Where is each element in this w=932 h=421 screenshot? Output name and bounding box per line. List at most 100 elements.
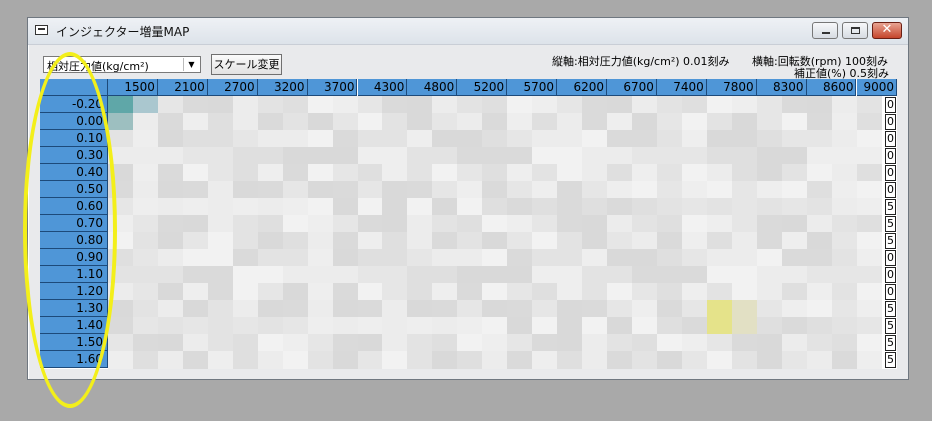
map-cell[interactable] [282,147,309,165]
map-cell[interactable] [108,334,134,352]
map-cell[interactable] [806,249,833,267]
map-cell[interactable] [457,147,484,165]
map-cell[interactable] [332,283,359,301]
map-cell[interactable] [332,113,359,131]
map-cell[interactable] [207,147,234,165]
map-cell[interactable] [706,96,733,114]
map-cell[interactable] [856,113,883,131]
map-cell[interactable] [307,215,334,233]
map-cell[interactable] [656,334,683,352]
map-cell[interactable] [382,351,409,369]
map-cell[interactable] [457,283,484,301]
map-cell[interactable] [132,232,159,250]
map-cell[interactable] [282,317,309,335]
map-cell[interactable] [756,283,783,301]
map-cell[interactable] [332,249,359,267]
map-cell[interactable] [182,181,209,199]
map-cell[interactable] [607,266,633,284]
map-cell[interactable] [856,147,883,165]
map-cell[interactable] [307,351,334,369]
map-cell[interactable] [457,232,484,250]
map-cell[interactable] [806,266,833,284]
map-cell[interactable] [132,147,159,165]
map-cell[interactable] [257,317,284,335]
map-cell[interactable] [856,249,883,267]
map-cell[interactable] [681,181,708,199]
map-cell[interactable] [756,334,783,352]
map-cell[interactable] [706,113,733,131]
map-cell[interactable] [357,147,384,165]
map-cell[interactable] [681,266,708,284]
map-cell[interactable] [532,130,559,148]
map-cell[interactable] [557,351,584,369]
map-cell[interactable] [831,283,858,301]
map-cell[interactable] [507,232,534,250]
map-cell[interactable] [507,266,534,284]
map-cell[interactable] [706,198,733,216]
map-cell[interactable] [482,300,509,318]
map-cell[interactable] [282,198,309,216]
map-cell[interactable] [731,317,758,335]
map-cell[interactable] [507,96,534,114]
map-cell[interactable] [656,130,683,148]
map-cell[interactable] [681,300,708,318]
map-cell[interactable] [631,147,658,165]
map-cell[interactable] [631,249,658,267]
map-cell[interactable] [407,351,434,369]
map-cell[interactable] [257,249,284,267]
map-cell[interactable] [482,130,509,148]
map-cell[interactable] [207,334,234,352]
map-cell[interactable] [182,96,209,114]
map-cell[interactable] [207,130,234,148]
map-cell[interactable] [631,317,658,335]
map-cell[interactable] [781,334,808,352]
map-cell[interactable] [432,317,459,335]
map-cell[interactable] [656,351,683,369]
map-cell[interactable] [731,351,758,369]
map-cell[interactable] [532,334,559,352]
map-cell[interactable] [457,249,484,267]
map-cell[interactable] [307,130,334,148]
map-cell[interactable] [357,283,384,301]
map-cell[interactable] [307,113,334,131]
map-cell[interactable] [656,266,683,284]
map-cell[interactable] [207,113,234,131]
map-cell[interactable] [607,283,633,301]
map-cell[interactable] [731,164,758,182]
maximize-button[interactable] [842,22,868,39]
map-cell[interactable] [482,96,509,114]
map-cell[interactable] [132,96,159,114]
map-cell[interactable] [756,198,783,216]
map-cell[interactable] [557,130,584,148]
map-cell[interactable] [681,130,708,148]
map-cell[interactable] [831,147,858,165]
map-cell[interactable] [157,215,184,233]
map-cell[interactable] [182,215,209,233]
map-cell[interactable] [232,232,259,250]
map-cell[interactable] [382,232,409,250]
map-cell[interactable] [182,113,209,131]
row-value-cell[interactable]: 0 [885,182,896,198]
map-cell[interactable] [382,164,409,182]
map-cell[interactable] [557,266,584,284]
map-cell[interactable] [482,232,509,250]
map-cell[interactable] [332,198,359,216]
map-grid[interactable]: 1500 2100 2700 3200 3700 4300 4800 5200 5700 6200… [40,79,897,369]
map-cell[interactable] [257,215,284,233]
map-cell[interactable] [582,198,608,216]
map-cell[interactable] [607,147,633,165]
map-cell[interactable] [232,96,259,114]
map-cell[interactable] [157,113,184,131]
map-cell[interactable] [157,300,184,318]
map-cell[interactable] [207,300,234,318]
map-cell[interactable] [681,147,708,165]
map-cell[interactable] [631,130,658,148]
map-cell[interactable] [108,96,134,114]
map-cell[interactable] [806,181,833,199]
map-cell[interactable] [806,198,833,216]
map-cell[interactable] [482,351,509,369]
map-cell[interactable] [532,96,559,114]
map-cell[interactable] [132,283,159,301]
map-cell[interactable] [157,249,184,267]
map-cell[interactable] [631,113,658,131]
